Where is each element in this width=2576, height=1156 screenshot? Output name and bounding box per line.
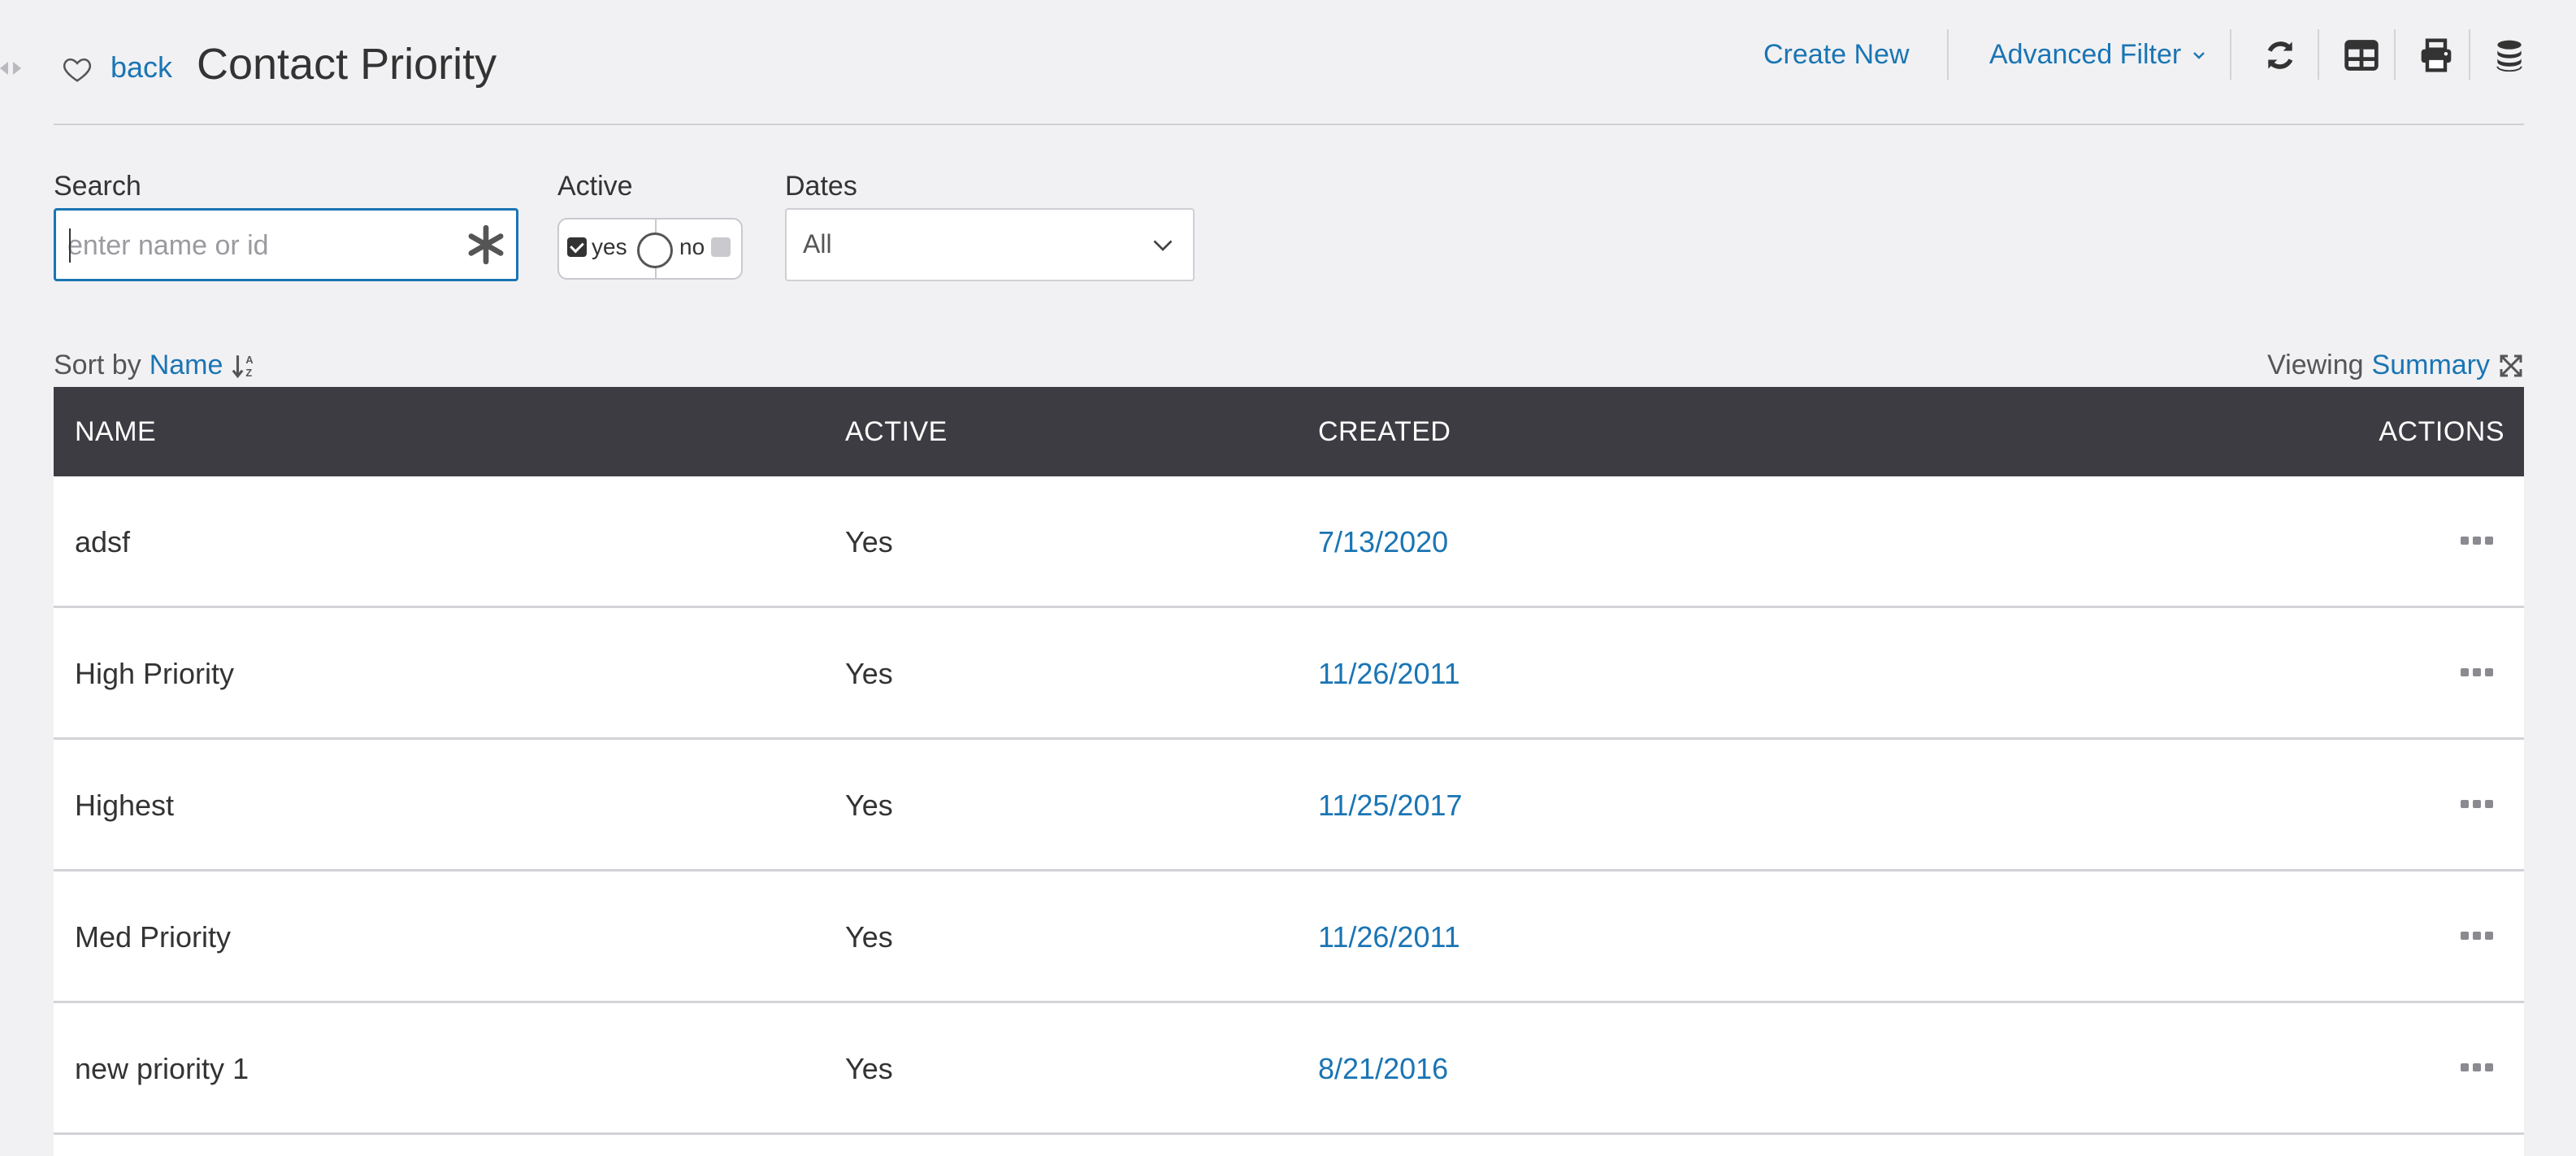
print-icon[interactable] — [2418, 37, 2454, 73]
more-actions-icon[interactable] — [2461, 800, 2493, 808]
active-yes-option[interactable]: yes — [567, 234, 627, 260]
viewing-prefix: Viewing — [2267, 350, 2364, 380]
table-row[interactable]: Highest Yes 11/25/2017 — [54, 740, 2524, 871]
row-name: adsf — [75, 525, 131, 558]
column-header-name[interactable]: NAME — [75, 416, 156, 448]
table-row[interactable]: High Priority Yes 11/26/2011 — [54, 608, 2524, 740]
table-row[interactable]: adsf Yes 7/13/2020 — [54, 476, 2524, 608]
divider — [2230, 29, 2231, 80]
header-divider — [54, 124, 2524, 125]
row-active: Yes — [845, 1052, 893, 1085]
row-name: Med Priority — [75, 920, 232, 954]
row-created-link[interactable]: 11/25/2017 — [1318, 789, 1463, 823]
advanced-filter-button[interactable]: Advanced Filter — [1989, 39, 2207, 71]
dates-label: Dates — [785, 171, 857, 202]
row-name: Highest — [75, 789, 175, 822]
table-row[interactable] — [54, 1135, 2524, 1156]
row-active: Yes — [845, 920, 893, 954]
more-actions-icon[interactable] — [2461, 1063, 2493, 1071]
svg-text:Z: Z — [246, 366, 253, 378]
active-yes-label: yes — [592, 234, 627, 259]
divider — [2318, 29, 2319, 80]
viewing-control: Viewing Summary — [2267, 350, 2524, 381]
active-no-option[interactable]: no — [679, 234, 731, 260]
divider — [2469, 29, 2470, 80]
column-header-active[interactable]: ACTIVE — [845, 416, 948, 448]
data-table: NAME ACTIVE CREATED ACTIONS adsf Yes 7/1… — [54, 387, 2524, 1156]
back-link[interactable]: back — [111, 50, 172, 85]
table-row[interactable]: new priority 1 Yes 8/21/2016 — [54, 1003, 2524, 1135]
asterisk-icon[interactable] — [466, 222, 506, 267]
nav-arrows-icon[interactable] — [0, 59, 28, 78]
active-no-label: no — [679, 234, 705, 259]
expand-icon[interactable] — [2498, 353, 2524, 379]
table-icon[interactable] — [2344, 37, 2379, 73]
chevron-down-icon — [1153, 240, 1173, 251]
search-field[interactable] — [54, 208, 518, 281]
create-new-button[interactable]: Create New — [1763, 39, 1910, 71]
row-created-link[interactable]: 7/13/2020 — [1318, 525, 1448, 559]
column-header-created[interactable]: CREATED — [1318, 416, 1451, 448]
svg-text:A: A — [246, 354, 254, 366]
table-row[interactable]: Med Priority Yes 11/26/2011 — [54, 871, 2524, 1003]
search-label: Search — [54, 171, 141, 202]
viewing-mode-link[interactable]: Summary — [2372, 350, 2490, 381]
refresh-icon[interactable] — [2262, 37, 2298, 73]
database-icon[interactable] — [2491, 37, 2527, 73]
row-active: Yes — [845, 525, 893, 558]
row-name: new priority 1 — [75, 1052, 249, 1085]
checkbox-checked-icon — [567, 237, 587, 257]
sort-alpha-icon[interactable]: A Z — [231, 352, 258, 380]
more-actions-icon[interactable] — [2461, 932, 2493, 940]
sort-prefix: Sort by — [54, 350, 141, 380]
active-label: Active — [557, 171, 633, 202]
sort-control: Sort by Name A Z — [54, 350, 258, 381]
page-title: Contact Priority — [197, 40, 497, 89]
active-toggle[interactable]: yes no — [557, 218, 743, 280]
more-actions-icon[interactable] — [2461, 537, 2493, 545]
table-header: NAME ACTIVE CREATED ACTIONS — [54, 387, 2524, 476]
row-created-link[interactable]: 8/21/2016 — [1318, 1052, 1448, 1086]
row-created-link[interactable]: 11/26/2011 — [1318, 920, 1460, 954]
row-created-link[interactable]: 11/26/2011 — [1318, 657, 1460, 691]
checkbox-unchecked-icon — [711, 237, 731, 257]
chevron-down-icon — [2193, 51, 2205, 59]
divider — [1947, 29, 1949, 80]
dates-select[interactable]: All — [785, 208, 1195, 281]
search-input[interactable] — [67, 222, 441, 269]
text-caret — [69, 228, 71, 263]
row-name: High Priority — [75, 657, 235, 690]
row-active: Yes — [845, 657, 893, 690]
row-active: Yes — [845, 789, 893, 822]
advanced-filter-label: Advanced Filter — [1989, 39, 2182, 70]
more-actions-icon[interactable] — [2461, 668, 2493, 676]
sort-field-link[interactable]: Name — [150, 350, 223, 381]
heart-icon[interactable] — [62, 54, 93, 85]
toggle-knob[interactable] — [637, 233, 673, 268]
dates-value: All — [803, 229, 832, 259]
column-header-actions: ACTIONS — [2379, 416, 2504, 447]
divider — [2394, 29, 2396, 80]
